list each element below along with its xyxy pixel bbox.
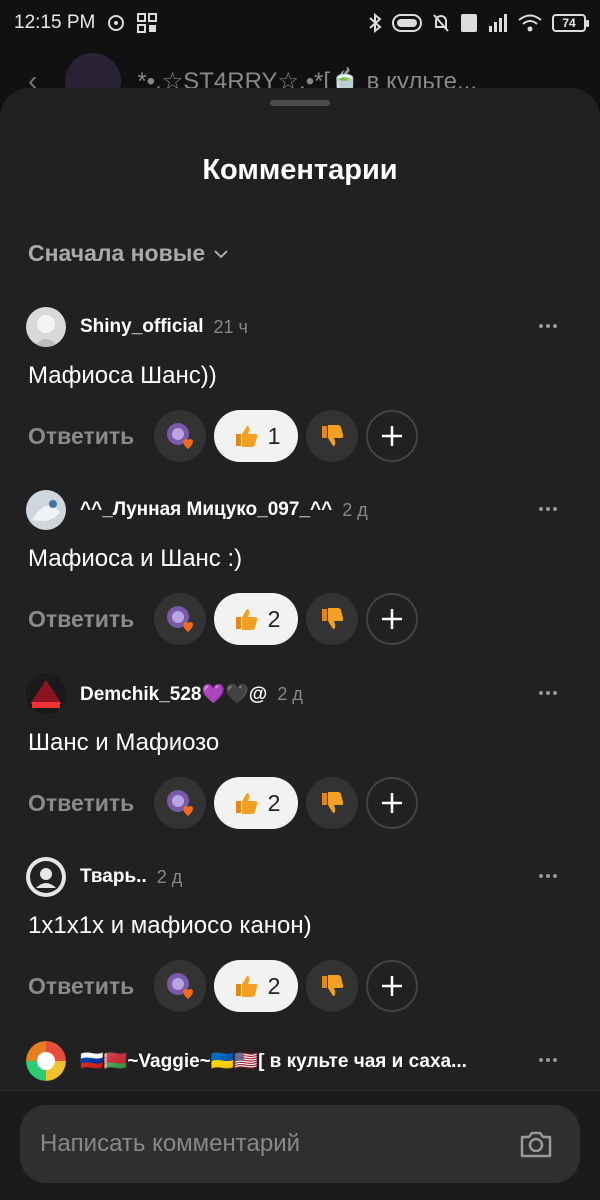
- reply-button[interactable]: Ответить: [28, 973, 144, 1000]
- status-bar: 12:15 PM 74: [0, 0, 600, 46]
- wifi-icon: [518, 14, 542, 32]
- comment-author[interactable]: Тварь..: [80, 866, 147, 888]
- like-button[interactable]: 2: [214, 960, 298, 1012]
- comment-text: Мафиоса и Шанс :): [28, 545, 243, 572]
- plus-icon: [382, 793, 402, 813]
- thumbs-up-icon: [235, 976, 257, 997]
- reaction-avatar-button[interactable]: [154, 960, 206, 1012]
- like-count: 2: [267, 972, 281, 999]
- like-count: 1: [267, 422, 281, 449]
- reaction-avatar-button[interactable]: [154, 410, 206, 462]
- comment-input[interactable]: Написать комментарий: [20, 1105, 580, 1183]
- avatar[interactable]: [26, 490, 66, 530]
- avatar[interactable]: [26, 1041, 66, 1081]
- reply-button[interactable]: Ответить: [28, 790, 144, 817]
- thumbs-down-icon: [322, 975, 344, 996]
- avatar[interactable]: [26, 857, 66, 897]
- toggle-icon: [392, 14, 422, 32]
- comment-time: 21 ч: [213, 316, 248, 337]
- camera-icon[interactable]: [518, 1126, 554, 1162]
- like-count: 2: [267, 605, 281, 632]
- status-time: 12:15 PM: [14, 12, 96, 33]
- avatar[interactable]: [26, 674, 66, 714]
- dislike-button[interactable]: [306, 960, 358, 1012]
- comment-time: 2 д: [277, 683, 303, 704]
- more-options-icon[interactable]: [536, 681, 560, 705]
- add-reaction-button[interactable]: [366, 593, 418, 645]
- grid-icon: [137, 13, 158, 33]
- signal-icon: [488, 14, 508, 32]
- like-button[interactable]: 1: [214, 410, 298, 462]
- thumbs-up-icon: [235, 793, 257, 814]
- reply-button[interactable]: Ответить: [28, 606, 144, 633]
- sheet-drag-handle[interactable]: [270, 100, 330, 106]
- volte-icon: [460, 13, 478, 33]
- avatar[interactable]: [26, 307, 66, 347]
- add-reaction-button[interactable]: [366, 777, 418, 829]
- plus-icon: [382, 426, 402, 446]
- comment-time: 2 д: [342, 499, 368, 520]
- comment-text: 1x1x1x и мафиосо канон): [28, 912, 312, 939]
- thumbs-down-icon: [322, 608, 344, 629]
- plus-icon: [382, 609, 402, 629]
- thumbs-down-icon: [322, 425, 344, 446]
- heart-avatar-icon: [167, 790, 193, 816]
- comment-time: 2 д: [156, 866, 183, 887]
- sort-dropdown[interactable]: Сначала новые: [28, 240, 229, 267]
- comment-author[interactable]: Shiny_official: [80, 316, 204, 338]
- comment-text: Шанс и Мафиозо: [28, 729, 220, 756]
- comment-item: Тварь.. 2 д 1x1x1x и мафиосо канон) Отве…: [0, 856, 600, 1026]
- comment-author[interactable]: 🇷🇺🇧🇾~Vaggie~🇺🇦🇺🇸[ в культе чая и саха...: [80, 1049, 467, 1073]
- more-options-icon[interactable]: [536, 497, 560, 521]
- thumbs-up-icon: [235, 609, 257, 630]
- dislike-button[interactable]: [306, 777, 358, 829]
- battery-icon: 74: [552, 14, 589, 32]
- add-reaction-button[interactable]: [366, 960, 418, 1012]
- comment-item: ^^_Лунная Мицуко_097_^^ 2 д Мафиоса и Ша…: [0, 489, 600, 659]
- reaction-avatar-button[interactable]: [154, 593, 206, 645]
- comment-input-placeholder: Написать комментарий: [40, 1130, 301, 1157]
- comment-item: 🇷🇺🇧🇾~Vaggie~🇺🇦🇺🇸[ в культе чая и саха...: [0, 1040, 600, 1090]
- thumbs-down-icon: [322, 792, 344, 813]
- heart-avatar-icon: [167, 423, 193, 449]
- sheet-title: Комментарии: [202, 154, 398, 186]
- heart-avatar-icon: [167, 606, 193, 632]
- dislike-button[interactable]: [306, 410, 358, 462]
- reaction-avatar-button[interactable]: [154, 777, 206, 829]
- dislike-button[interactable]: [306, 593, 358, 645]
- comment-text: Мафиоса Шанс)): [28, 362, 217, 389]
- media-icon: [107, 14, 125, 32]
- more-options-icon[interactable]: [536, 1048, 560, 1072]
- sort-label: Сначала новые: [28, 240, 206, 266]
- plus-icon: [382, 976, 402, 996]
- comment-item: Demchik_528💜🖤@ 2 д Шанс и Мафиозо Ответи…: [0, 673, 600, 843]
- more-options-icon[interactable]: [536, 314, 560, 338]
- chevron-down-icon: [213, 246, 229, 262]
- like-button[interactable]: 2: [214, 777, 298, 829]
- like-count: 2: [267, 789, 281, 816]
- heart-avatar-icon: [167, 973, 193, 999]
- mute-bell-icon: [432, 13, 450, 33]
- add-reaction-button[interactable]: [366, 410, 418, 462]
- comments-sheet: Комментарии Сначала новые Shiny_official…: [0, 88, 600, 1200]
- reply-button[interactable]: Ответить: [28, 423, 144, 450]
- like-button[interactable]: 2: [214, 593, 298, 645]
- comment-author[interactable]: Demchik_528💜🖤@: [80, 682, 267, 706]
- more-options-icon[interactable]: [536, 864, 560, 888]
- thumbs-up-icon: [235, 426, 257, 447]
- comment-author[interactable]: ^^_Лунная Мицуко_097_^^: [80, 499, 332, 521]
- comment-item: Shiny_official 21 ч Мафиоса Шанс)) Ответ…: [0, 306, 600, 476]
- bluetooth-icon: [368, 13, 382, 33]
